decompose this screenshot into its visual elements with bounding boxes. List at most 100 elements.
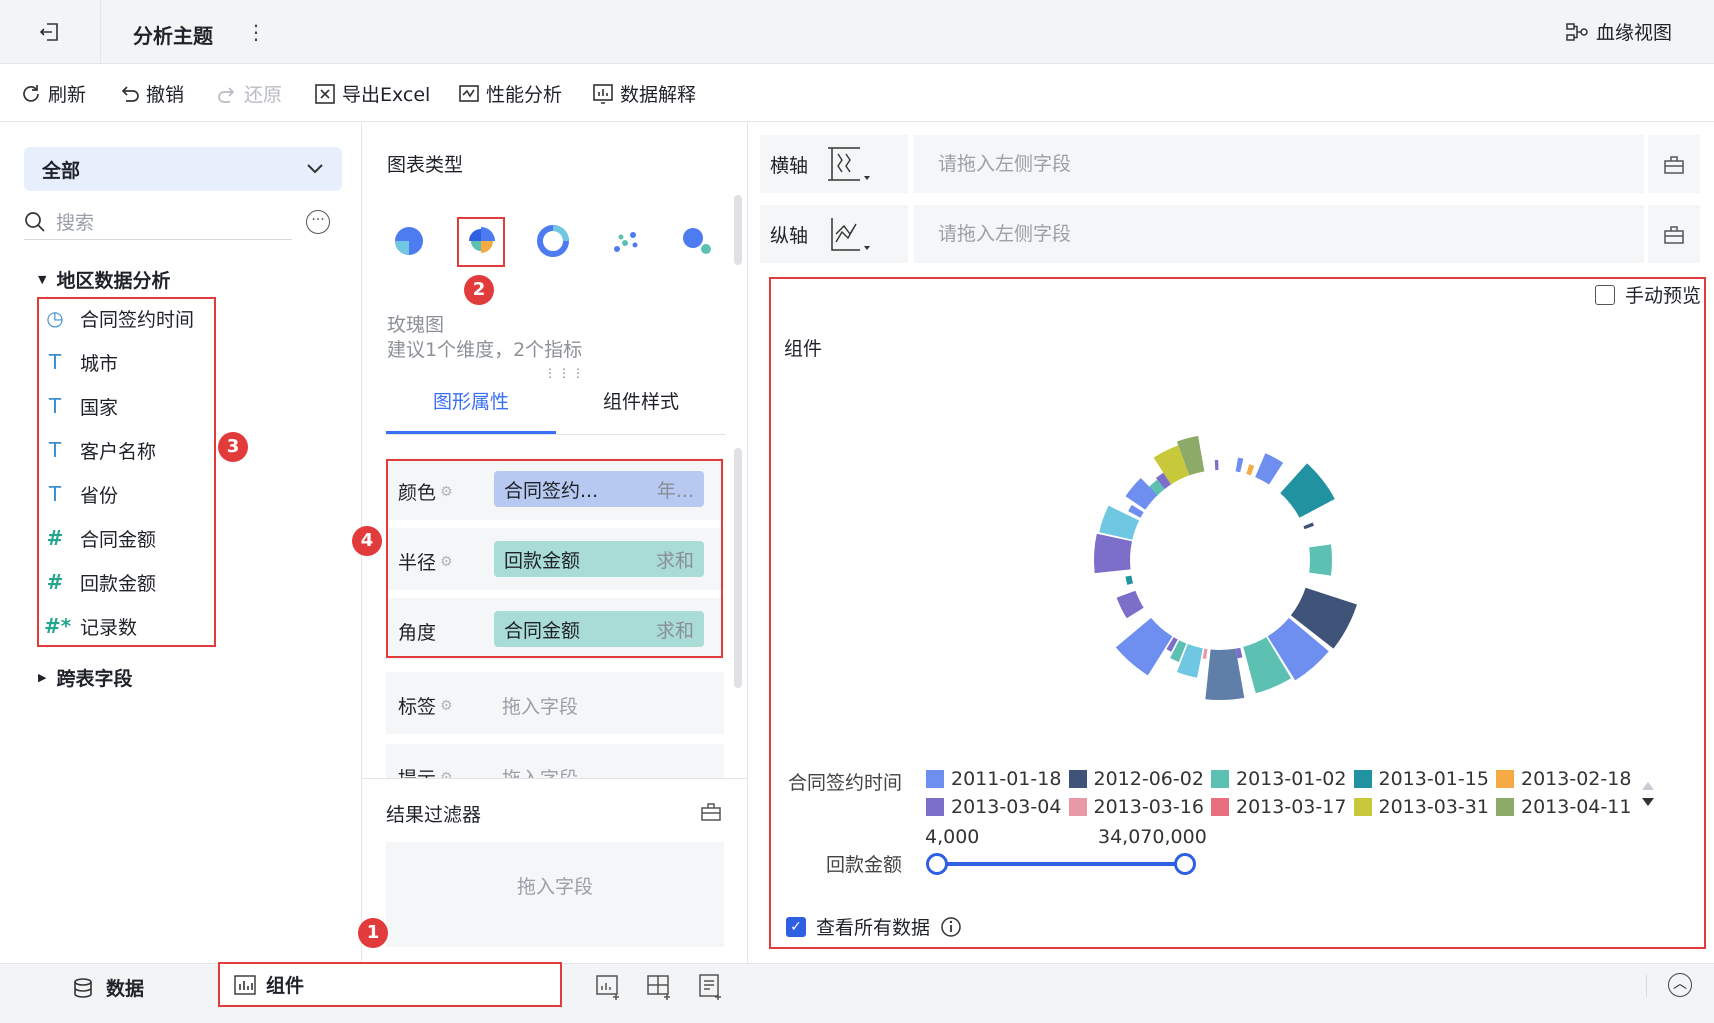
- legend-item[interactable]: 2013-04-11: [1496, 796, 1631, 818]
- add-story-icon[interactable]: [696, 972, 726, 1002]
- bubble-chart-icon[interactable]: [681, 225, 713, 257]
- radius-min-handle[interactable]: [926, 853, 948, 875]
- undo-button[interactable]: 撤销: [118, 80, 184, 107]
- field-item[interactable]: T 国家: [44, 386, 118, 426]
- export-excel-button[interactable]: 导出Excel: [314, 80, 430, 107]
- prop-color-label: 颜色: [398, 482, 437, 504]
- rose-segment[interactable]: [1125, 477, 1158, 510]
- y-axis-drop-zone[interactable]: 请拖入左侧字段: [914, 205, 1644, 263]
- tab-graph-properties[interactable]: 图形属性: [386, 380, 556, 434]
- y-axis-config-button[interactable]: [1648, 205, 1700, 263]
- text-field-icon: T: [48, 394, 62, 418]
- resize-handle[interactable]: ⋮⋮⋮: [544, 366, 586, 380]
- filter-config-icon: [1664, 226, 1684, 244]
- scrollbar[interactable]: [734, 195, 742, 265]
- color-field-pill[interactable]: 合同签约... 年...: [494, 471, 704, 507]
- angle-field-pill[interactable]: 合同金额 求和: [494, 611, 704, 647]
- lineage-view-button[interactable]: 血缘视图: [1566, 18, 1672, 45]
- manual-preview-checkbox[interactable]: [1595, 284, 1615, 305]
- field-item[interactable]: ◷ 合同签约时间: [44, 298, 194, 338]
- data-explain-label: 数据解释: [620, 84, 697, 106]
- manual-preview-toggle[interactable]: 手动预览: [1595, 281, 1701, 308]
- add-widget-icon[interactable]: [594, 972, 624, 1002]
- tooltip-drop-zone[interactable]: 拖入字段: [502, 764, 578, 778]
- rose-segment[interactable]: [1125, 575, 1134, 585]
- radius-max-handle[interactable]: [1174, 853, 1196, 875]
- info-icon[interactable]: [940, 916, 962, 938]
- field-item[interactable]: T 客户名称: [44, 430, 156, 470]
- collapse-icon[interactable]: ︿: [1668, 973, 1692, 997]
- radius-range-track[interactable]: [935, 862, 1185, 866]
- filter-config-icon[interactable]: [700, 800, 722, 822]
- rose-segment[interactable]: [1246, 464, 1255, 476]
- pie-chart-icon[interactable]: [393, 225, 425, 257]
- badge-3: 3: [218, 432, 248, 462]
- prop-radius: 半径 ⚙ 回款金额 求和: [386, 528, 724, 590]
- legend-item[interactable]: 2013-03-04: [926, 796, 1061, 818]
- show-all-data-toggle[interactable]: ✓ 查看所有数据: [786, 913, 962, 940]
- field-item[interactable]: T 城市: [44, 342, 118, 382]
- rose-segment[interactable]: [1235, 457, 1244, 473]
- add-dashboard-icon[interactable]: [645, 972, 675, 1002]
- legend-item[interactable]: 2013-03-16: [1068, 796, 1204, 818]
- legend-item[interactable]: 2012-06-02: [1068, 768, 1204, 790]
- rose-segment[interactable]: [1116, 590, 1144, 619]
- legend-item[interactable]: 2013-03-17: [1211, 796, 1346, 818]
- legend-item[interactable]: 2013-01-15: [1353, 768, 1489, 790]
- rose-chart-icon[interactable]: [465, 225, 497, 257]
- count-field-icon: #*: [44, 614, 72, 638]
- rose-segment[interactable]: [1202, 648, 1208, 660]
- legend-item[interactable]: 2013-03-31: [1353, 796, 1489, 818]
- x-axis-drop-zone[interactable]: 请拖入左侧字段: [914, 135, 1644, 193]
- rose-segment[interactable]: [1115, 617, 1173, 676]
- redo-button[interactable]: 还原: [216, 80, 282, 107]
- data-explain-button[interactable]: 数据解释: [592, 80, 696, 107]
- legend-pager-icon[interactable]: [1640, 780, 1656, 808]
- rose-segment[interactable]: [1303, 522, 1314, 530]
- refresh-button[interactable]: 刷新: [20, 80, 86, 107]
- tab-widget-style[interactable]: 组件样式: [556, 380, 726, 434]
- rose-segment[interactable]: [1214, 460, 1219, 471]
- more-icon[interactable]: ···: [306, 210, 330, 234]
- rose-segment[interactable]: [1094, 533, 1132, 574]
- lineage-icon: [1566, 22, 1588, 41]
- table-group-header[interactable]: ▼ 地区数据分析: [38, 266, 170, 293]
- gear-icon[interactable]: ⚙: [440, 484, 453, 500]
- x-axis-config-button[interactable]: [1648, 135, 1700, 193]
- axis-type-icon[interactable]: [824, 214, 871, 254]
- legend-item[interactable]: 2013-02-18: [1496, 768, 1631, 790]
- rose-segment[interactable]: [1309, 544, 1332, 576]
- gear-icon[interactable]: ⚙: [440, 554, 453, 570]
- gear-icon[interactable]: ⚙: [440, 698, 453, 714]
- show-all-checkbox[interactable]: ✓: [786, 916, 806, 937]
- field-item[interactable]: # 回款金额: [44, 562, 156, 602]
- tab-data[interactable]: 数据: [72, 974, 144, 1001]
- legend-label: 2012-06-02: [1093, 768, 1204, 790]
- legend-item[interactable]: 2011-01-18: [926, 768, 1061, 790]
- field-item[interactable]: # 合同金额: [44, 518, 156, 558]
- filter-drop-zone[interactable]: 拖入字段: [386, 842, 724, 947]
- cross-table-group-header[interactable]: ▶ 跨表字段: [38, 664, 132, 691]
- back-button[interactable]: [28, 18, 72, 46]
- more-options-button[interactable]: ⋮: [246, 18, 266, 46]
- gear-icon[interactable]: ⚙: [440, 770, 453, 779]
- performance-analysis-button[interactable]: 性能分析: [458, 80, 562, 107]
- field-search-input[interactable]: 搜索: [24, 204, 292, 240]
- data-explain-icon: [593, 83, 613, 104]
- radius-field-pill[interactable]: 回款金额 求和: [494, 541, 704, 577]
- field-item[interactable]: #* 记录数: [44, 606, 137, 646]
- legend-swatch: [926, 798, 944, 816]
- tab-widget[interactable]: 组件: [218, 962, 562, 1007]
- axis-type-icon[interactable]: [824, 144, 871, 184]
- legend-swatch: [926, 770, 944, 788]
- scope-select[interactable]: 全部: [24, 147, 342, 191]
- scatter-chart-icon[interactable]: [609, 225, 641, 257]
- donut-chart-icon[interactable]: [537, 225, 569, 257]
- rose-segment[interactable]: [1280, 463, 1335, 518]
- label-drop-zone[interactable]: 拖入字段: [502, 692, 578, 719]
- rose-segment[interactable]: [1255, 453, 1284, 485]
- legend-item[interactable]: 2013-01-02: [1211, 768, 1346, 790]
- field-item[interactable]: T 省份: [44, 474, 118, 514]
- scrollbar[interactable]: [734, 448, 742, 688]
- pill-agg: 求和: [655, 619, 694, 642]
